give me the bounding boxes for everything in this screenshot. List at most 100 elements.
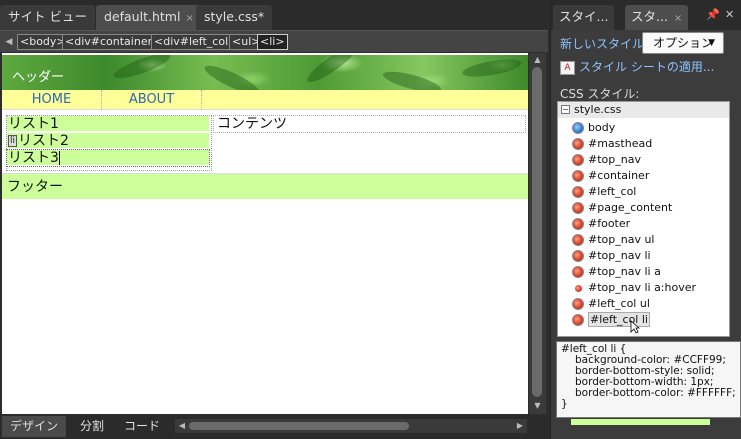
scroll-thumb[interactable]	[189, 422, 409, 430]
left-column[interactable]: リスト1 li リスト2 リスト3	[6, 115, 212, 171]
collapse-icon[interactable]: −	[561, 105, 570, 114]
chevron-down-icon: ▼	[708, 38, 715, 48]
style-preview-swatch	[571, 419, 710, 425]
page-content[interactable]: コンテンツ	[213, 115, 526, 133]
tab-default-html[interactable]: default.html ×	[96, 5, 202, 30]
leaf-decoration	[381, 67, 443, 90]
style-rule-name: #left_col ul	[588, 297, 650, 310]
css-styles-tree[interactable]: − style.css body #masthead #top_nav #con…	[557, 101, 730, 337]
tab-site-view[interactable]: サイト ビュー	[0, 5, 95, 30]
style-rule-item[interactable]: #container	[558, 168, 729, 184]
style-rule-item[interactable]: #top_nav li a	[558, 264, 729, 280]
design-view[interactable]: ヘッダー HOME ABOUT リスト1 li リスト2 リスト3 コンテンツ フ…	[2, 53, 528, 414]
nav-link-about[interactable]: ABOUT	[102, 90, 202, 110]
breadcrumb-tag-left-col[interactable]: <div#left_col>	[151, 34, 241, 50]
text-caret	[58, 151, 60, 165]
scroll-right-icon[interactable]: ▶	[514, 419, 526, 433]
style-rule-name: #masthead	[588, 137, 653, 150]
style-sheet-icon: A	[560, 60, 575, 75]
leaf-decoration	[111, 55, 173, 83]
style-rule-item[interactable]: #left_col	[558, 184, 729, 200]
close-icon[interactable]: ×	[674, 13, 682, 24]
vertical-scrollbar[interactable]: ▲ ▼	[529, 53, 546, 414]
style-rule-item-hovered[interactable]: #left_col li	[558, 312, 729, 328]
style-rule-item[interactable]: #top_nav li	[558, 248, 729, 264]
breadcrumb-tag-body[interactable]: <body>	[17, 34, 69, 50]
style-rule-name: #left_col	[588, 185, 637, 198]
tab-style-css[interactable]: style.css*	[196, 5, 273, 30]
style-rule-name: #footer	[588, 217, 631, 230]
tab-label: サイト ビュー	[8, 9, 87, 24]
id-style-icon	[572, 138, 584, 150]
tab-design[interactable]: デザイン	[2, 416, 67, 437]
style-rule-name: body	[588, 121, 616, 134]
id-style-icon	[572, 298, 584, 310]
id-style-icon	[572, 170, 584, 182]
close-icon[interactable]: ✕	[725, 8, 734, 21]
id-style-icon	[572, 250, 584, 262]
id-style-icon	[572, 154, 584, 166]
style-rule-item[interactable]: #top_nav li a:hover	[558, 280, 729, 296]
tab-apply-styles[interactable]: スタイ...	[553, 5, 615, 30]
style-rule-name: #container	[588, 169, 650, 182]
style-rule-name: #top_nav li a	[588, 265, 661, 278]
style-rule-item[interactable]: #left_col ul	[558, 296, 729, 312]
options-button[interactable]: オプション ▼	[642, 32, 724, 54]
horizontal-scrollbar[interactable]: ◀ ▶	[175, 419, 527, 433]
breadcrumb-tag-li[interactable]: <li>	[257, 34, 288, 50]
list-item-text: リスト3	[8, 150, 59, 166]
chevron-left-icon[interactable]: ◀	[4, 35, 14, 49]
style-rule-item[interactable]: #masthead	[558, 136, 729, 152]
tree-root-label: style.css	[574, 103, 622, 116]
style-rule-name: #page_content	[588, 201, 673, 214]
tab-label: スタ...	[631, 9, 668, 24]
style-rule-name: #top_nav li a:hover	[588, 281, 697, 294]
masthead[interactable]: ヘッダー	[2, 55, 528, 90]
id-style-icon	[572, 266, 584, 278]
list-item-selected[interactable]: リスト3	[6, 149, 210, 167]
style-rule-item[interactable]: #footer	[558, 216, 729, 232]
mouse-pointer-icon	[630, 320, 640, 334]
style-rule-item[interactable]: #top_nav ul	[558, 232, 729, 248]
close-icon[interactable]: ×	[185, 7, 193, 31]
panel-tab-bar: スタイ... スタ... × 📌 ✕	[551, 0, 741, 30]
tooltip-end: }	[561, 398, 568, 410]
list-item[interactable]: リスト1	[7, 116, 209, 132]
apply-style-sheet-link[interactable]: A スタイル シートの適用...	[560, 58, 714, 75]
style-rule-item[interactable]: #page_content	[558, 200, 729, 216]
footer[interactable]: フッター	[2, 173, 528, 199]
css-styles-label: CSS スタイル:	[560, 87, 640, 101]
content-text: コンテンツ	[217, 116, 287, 132]
tab-manage-styles[interactable]: スタ... ×	[625, 5, 689, 30]
style-rule-name: #left_col li	[588, 312, 650, 327]
tab-code[interactable]: コード	[116, 416, 168, 437]
tree-root-style-css[interactable]: − style.css	[558, 102, 729, 118]
tab-split[interactable]: 分割	[72, 416, 112, 437]
style-rule-item[interactable]: body	[558, 120, 729, 136]
tab-label: style.css*	[204, 9, 265, 24]
style-rule-name: #top_nav	[588, 153, 641, 166]
unused-style-icon	[575, 285, 582, 292]
list-item[interactable]: li リスト2	[7, 133, 209, 149]
scroll-up-icon[interactable]: ▲	[529, 54, 546, 66]
footer-text: フッター	[7, 179, 63, 195]
scroll-thumb[interactable]	[532, 67, 542, 397]
tab-label: default.html	[104, 9, 181, 24]
id-style-icon	[572, 218, 584, 230]
style-rule-name: #top_nav ul	[588, 233, 655, 246]
masthead-title: ヘッダー	[12, 70, 65, 85]
nav-link-home[interactable]: HOME	[2, 90, 102, 110]
scroll-down-icon[interactable]: ▼	[529, 400, 546, 412]
element-style-icon	[572, 122, 584, 134]
id-style-icon	[572, 186, 584, 198]
li-tag-marker: li	[8, 135, 18, 147]
top-nav: HOME ABOUT	[2, 90, 528, 110]
list-item-text: リスト1	[8, 116, 59, 132]
options-label: オプション	[653, 36, 714, 50]
style-preview-tooltip: #left_col li { background-color: #CCFF99…	[556, 341, 741, 418]
style-rule-item[interactable]: #top_nav	[558, 152, 729, 168]
pin-icon[interactable]: 📌	[706, 8, 720, 21]
tab-label: スタイ...	[559, 9, 609, 24]
breadcrumb-tag-container[interactable]: <div#container>	[62, 34, 165, 50]
scroll-left-icon[interactable]: ◀	[176, 419, 188, 433]
